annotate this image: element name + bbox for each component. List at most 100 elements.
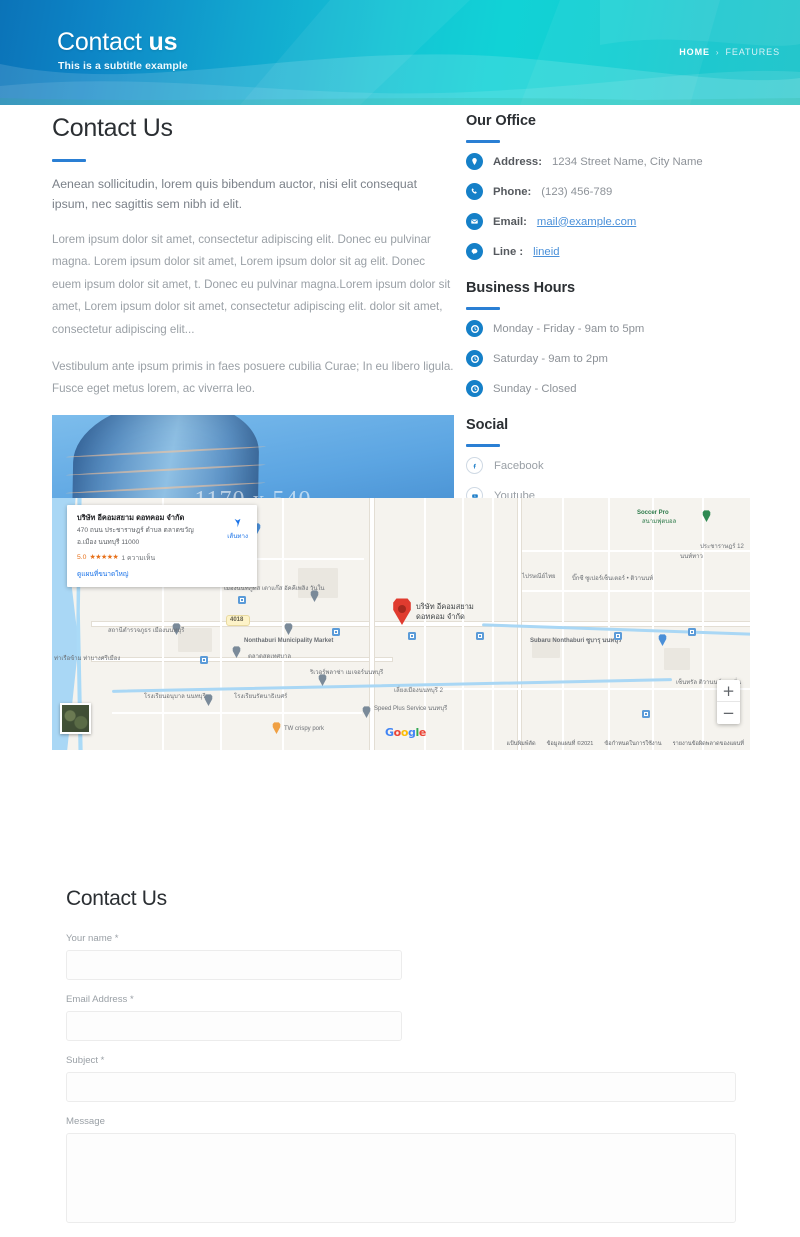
form-field-name: Your name *: [66, 933, 736, 980]
map-footer-link[interactable]: ข้อกำหนดในการใช้งาน: [604, 740, 661, 748]
map-highway-number: 4018: [230, 617, 244, 623]
google-map-embed[interactable]: บริษัท อีคอมสยาม ดอทคอม จำกัด Soccer Pro…: [52, 498, 750, 750]
form-field-email: Email Address *: [66, 994, 736, 1041]
form-field-subject: Subject *: [66, 1055, 736, 1102]
map-poi-label: ตลาดสดเทศบาล: [248, 654, 292, 660]
map-poi-label: ท่าเรือข้าม ท่าบางศรีเมือง: [54, 656, 121, 662]
rating-value: 5.0: [77, 553, 87, 561]
accent-underline: [466, 307, 500, 310]
office-row-phone: Phone: (123) 456-789: [466, 183, 756, 200]
google-logo: Google: [385, 726, 426, 739]
form-label-subject: Subject *: [66, 1055, 105, 1066]
map-poi-label: ประชาราษฎร์ 12: [700, 544, 744, 550]
map-poi-label: Soccer Pro: [637, 510, 669, 516]
hero-subtitle: This is a subtitle example: [58, 60, 188, 72]
map-footer-link[interactable]: รายงานข้อผิดพลาดของแผนที่: [673, 740, 744, 748]
map-poi-label: บิ๊กซี ซูเปอร์เซ็นเตอร์ • ติวานนท์: [572, 576, 654, 582]
map-info-title: บริษัท อีคอมสยาม ดอทคอม จำกัด: [77, 513, 185, 522]
map-directions-button[interactable]: เส้นทาง: [227, 516, 248, 541]
office-label-phone: Phone:: [493, 185, 532, 198]
article-paragraph-1: Lorem ipsum dolor sit amet, consectetur …: [52, 232, 451, 336]
business-hours-heading: Business Hours: [466, 280, 575, 296]
office-value-line-link[interactable]: lineid: [533, 246, 559, 258]
social-item-facebook[interactable]: Facebook: [466, 457, 756, 474]
chevron-right-icon: ›: [715, 47, 720, 57]
map-road: [522, 590, 750, 592]
clock-icon: [466, 320, 483, 337]
map-road: [562, 498, 564, 750]
map-footer-links: แป้นพิมพ์ลัด ข้อมูลแผนที่ ©2021 ข้อกำหนด…: [506, 740, 744, 748]
form-field-message: Message: [66, 1116, 736, 1223]
office-row-line: Line : lineid: [466, 243, 756, 260]
article-lead: Aenean sollicitudin, lorem quis bibendum…: [52, 177, 418, 212]
form-label-name: Your name *: [66, 933, 119, 944]
social-label-facebook: Facebook: [494, 459, 544, 472]
map-poi-label: Nonthaburi Municipality Market: [244, 638, 334, 644]
map-info-address-line1: 470 ถนน ประชาราษฎร์ ตำบล ตลาดขวัญ: [77, 526, 194, 534]
map-footer-link[interactable]: แป้นพิมพ์ลัด: [506, 740, 535, 748]
subject-field[interactable]: [66, 1072, 736, 1102]
map-poi-label: โรงเรียนอนุบาล นนทบุรี: [144, 694, 206, 700]
map-zoom-in-button[interactable]: +: [717, 680, 740, 702]
facebook-icon: [466, 457, 483, 474]
office-label-address: Address:: [493, 155, 542, 168]
map-poi-label: ริเวอร์พลาซ่า เมเจอร์นนทบุรี: [310, 670, 384, 676]
map-road: [112, 712, 362, 714]
hours-row-sunday: Sunday - Closed: [466, 380, 756, 397]
our-office-heading: Our Office: [466, 113, 536, 129]
map-view-larger-link[interactable]: ดูแผนที่ขนาดใหญ่: [77, 568, 248, 579]
accent-underline: [52, 159, 86, 162]
map-road: [608, 498, 610, 750]
map-road: [92, 658, 392, 661]
accent-underline: [466, 140, 500, 143]
hours-value-sunday: Sunday - Closed: [493, 382, 577, 395]
envelope-icon: [466, 213, 483, 230]
directions-arrow-icon: [234, 518, 241, 528]
hero-title-bold: us: [148, 28, 178, 56]
email-field[interactable]: [66, 1011, 402, 1041]
accent-underline: [466, 444, 500, 447]
hero-title-light: Contact: [57, 28, 142, 56]
map-info-rating: 5.0 ★★★★★ 1 ความเห็น: [77, 552, 248, 563]
map-poi-label: เมืองนนท์ภูทิส เตาแก๊ส อัคคีเพลิง วันใน: [224, 586, 325, 592]
map-poi-label: โรงเรียนรัตนาธิเบศร์: [234, 694, 288, 700]
contact-form: Contact Us Your name * Email Address * S…: [66, 887, 736, 1237]
hero-banner: Contact us This is a subtitle example HO…: [0, 0, 800, 105]
hours-value-saturday: Saturday - 9am to 2pm: [493, 352, 608, 365]
map-road: [702, 498, 704, 750]
clock-icon: [466, 380, 483, 397]
form-label-message: Message: [66, 1116, 105, 1127]
map-info-card[interactable]: บริษัท อีคอมสยาม ดอทคอม จำกัด 470 ถนน ปร…: [67, 505, 257, 587]
form-label-email: Email Address *: [66, 994, 134, 1005]
line-chat-icon: [466, 243, 483, 260]
office-row-address: Address: 1234 Street Name, City Name: [466, 153, 756, 170]
map-road: [462, 498, 464, 750]
article-heading: Contact Us: [52, 114, 173, 142]
map-directions-label: เส้นทาง: [227, 533, 248, 540]
office-value-email-link[interactable]: mail@example.com: [537, 216, 636, 228]
map-road: [652, 498, 654, 750]
map-footer-link: ข้อมูลแผนที่ ©2021: [546, 741, 594, 747]
map-poi-label: TW crispy pork: [284, 726, 325, 732]
office-row-email: Email: mail@example.com: [466, 213, 756, 230]
map-poi-label: สถานีตำรวจภูธร เมืองนนทบุรี: [108, 628, 185, 634]
hours-row-weekday: Monday - Friday - 9am to 5pm: [466, 320, 756, 337]
map-poi-label: Speed Plus Service นนทบุรี: [374, 706, 448, 712]
phone-icon: [466, 183, 483, 200]
name-field[interactable]: [66, 950, 402, 980]
office-label-line: Line :: [493, 245, 524, 258]
breadcrumb-current: FEATURES: [725, 47, 780, 57]
article-paragraph-2: Vestibulum ante ipsum primis in faes pos…: [52, 359, 454, 396]
page-title: Contact us: [57, 30, 177, 55]
social-heading: Social: [466, 417, 509, 433]
map-zoom-controls[interactable]: + −: [717, 680, 740, 724]
rating-count: 1 ความเห็น: [121, 554, 156, 562]
map-poi-label: เลี่ยงเมืองนนทบุรี 2: [394, 688, 443, 694]
hours-value-weekday: Monday - Friday - 9am to 5pm: [493, 322, 645, 335]
message-field[interactable]: [66, 1133, 736, 1223]
map-zoom-out-button[interactable]: −: [717, 702, 740, 724]
map-info-address-line2: อ.เมือง นนทบุรี 11000: [77, 539, 140, 547]
breadcrumb-home-link[interactable]: HOME: [679, 47, 710, 57]
office-label-email: Email:: [493, 215, 527, 228]
map-satellite-toggle[interactable]: [60, 703, 91, 734]
